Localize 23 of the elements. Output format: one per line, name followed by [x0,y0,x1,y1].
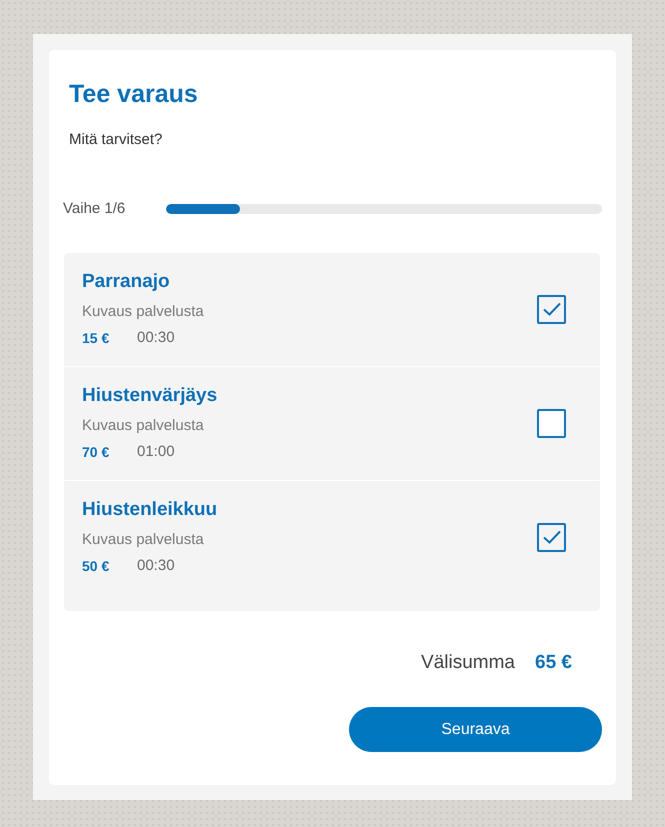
service-duration: 00:30 [137,556,175,576]
service-name: Hiustenleikkuu [82,498,218,522]
subtotal-label: Välisumma [421,651,516,675]
service-duration: 01:00 [137,442,175,462]
subtitle: Mitä tarvitset? [69,130,164,150]
service-price: 70 € [82,443,110,462]
service-duration: 00:30 [137,328,175,348]
checkbox[interactable] [537,522,566,552]
checkbox[interactable] [537,294,566,324]
checkmark-icon [542,302,560,316]
step-label: Vaihe 1/6 [63,199,126,219]
service-description: Kuvaus palvelusta [82,302,205,322]
checkbox[interactable] [537,408,566,438]
service-price: 50 € [82,557,110,576]
service-name: Parranajo [82,270,171,294]
checkmark-icon [542,530,560,544]
page-title: Tee varaus [69,79,199,110]
service-description: Kuvaus palvelusta [82,530,205,550]
service-price: 15 € [82,329,110,348]
subtotal-amount: 65 € [535,651,572,675]
service-description: Kuvaus palvelusta [82,416,205,436]
next-button[interactable]: Seuraava [349,707,602,752]
service-name: Hiustenvärjäys [82,384,218,408]
